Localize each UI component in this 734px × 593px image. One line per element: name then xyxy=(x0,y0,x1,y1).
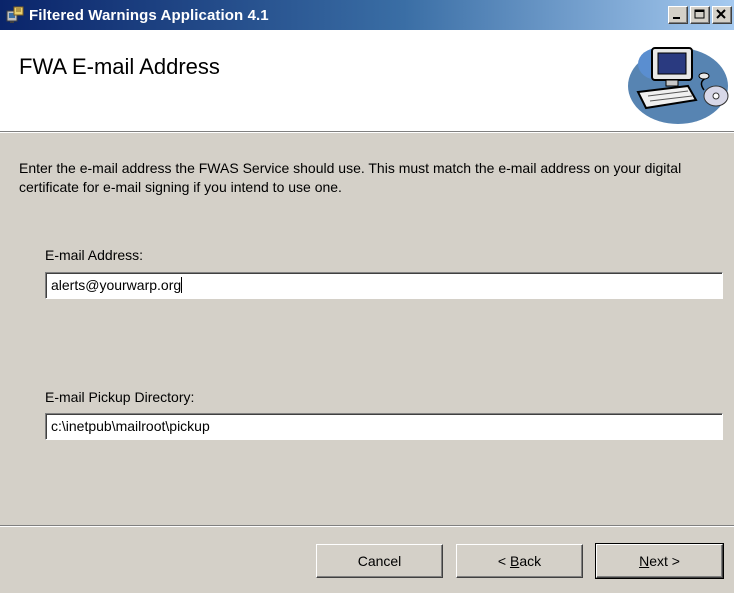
next-button[interactable]: Next > xyxy=(595,543,724,579)
pickup-directory-field[interactable]: c:\inetpub\mailroot\pickup xyxy=(45,413,723,440)
title-bar[interactable]: Filtered Warnings Application 4.1 xyxy=(0,0,734,30)
next-accelerator: N xyxy=(639,553,650,569)
next-rest: ext > xyxy=(649,553,680,569)
cancel-button[interactable]: Cancel xyxy=(316,544,443,578)
next-label: Next > xyxy=(639,553,680,569)
page-title: FWA E-mail Address xyxy=(19,54,220,79)
pickup-value: c:\inetpub\mailroot\pickup xyxy=(51,418,210,434)
window-title: Filtered Warnings Application 4.1 xyxy=(29,6,269,24)
close-icon[interactable] xyxy=(712,6,732,24)
maximize-icon[interactable] xyxy=(690,6,710,24)
installer-icon xyxy=(6,6,24,24)
back-accelerator: B xyxy=(509,553,520,569)
text-caret xyxy=(181,277,183,293)
window-controls xyxy=(668,6,732,24)
email-value: alerts@yourwarp.org xyxy=(51,277,182,293)
email-field[interactable]: alerts@yourwarp.org xyxy=(45,272,723,299)
computer-icon xyxy=(618,34,734,126)
instructions-text: Enter the e-mail address the FWAS Servic… xyxy=(19,160,682,195)
back-prefix: < xyxy=(497,553,510,569)
back-label: < Back xyxy=(498,553,541,569)
back-rest: ack xyxy=(519,553,542,569)
cancel-label: Cancel xyxy=(357,553,402,569)
wizard-header: FWA E-mail Address xyxy=(0,30,734,132)
footer-separator-highlight xyxy=(0,526,734,527)
back-button[interactable]: < Back xyxy=(456,544,583,578)
minimize-icon[interactable] xyxy=(668,6,688,24)
pickup-label: E-mail Pickup Directory: xyxy=(45,389,195,405)
email-label: E-mail Address: xyxy=(45,247,144,263)
header-separator xyxy=(0,132,734,133)
